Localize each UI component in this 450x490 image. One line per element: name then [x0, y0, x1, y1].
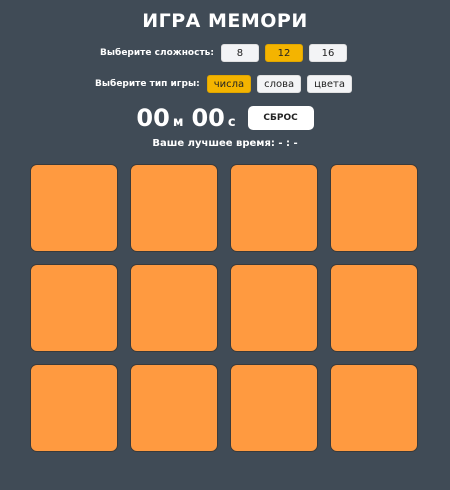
difficulty-row: Выберите сложность: 8 12 16	[0, 44, 450, 62]
page-title: ИГРА МЕМОРИ	[142, 10, 308, 32]
timer-minutes: 00	[136, 104, 170, 132]
memory-card[interactable]	[330, 364, 418, 452]
memory-card[interactable]	[30, 164, 118, 252]
memory-card[interactable]	[130, 364, 218, 452]
game-type-option-colors[interactable]: цвета	[307, 75, 352, 93]
memory-card[interactable]	[130, 264, 218, 352]
best-time: Ваше лучшее время: - : -	[152, 138, 298, 149]
memory-card[interactable]	[230, 364, 318, 452]
reset-button[interactable]: СБРОС	[247, 106, 314, 130]
memory-card[interactable]	[30, 264, 118, 352]
game-type-option-words[interactable]: слова	[257, 75, 302, 93]
game-type-option-numbers[interactable]: числа	[206, 75, 252, 93]
memory-card[interactable]	[330, 164, 418, 252]
difficulty-option-12[interactable]: 12	[264, 44, 303, 62]
game-type-label: Выберите тип игры:	[95, 79, 200, 89]
timer: 00 м 00 с СБРОС	[0, 104, 450, 132]
memory-card[interactable]	[230, 264, 318, 352]
timer-minutes-unit: м	[172, 114, 184, 130]
memory-card[interactable]	[30, 364, 118, 452]
difficulty-option-8[interactable]: 8	[220, 44, 259, 62]
memory-card[interactable]	[230, 164, 318, 252]
memory-card[interactable]	[130, 164, 218, 252]
timer-seconds-unit: с	[227, 114, 236, 130]
game-type-row: Выберите тип игры: числа слова цвета	[0, 75, 450, 93]
memory-card[interactable]	[330, 264, 418, 352]
timer-seconds: 00	[191, 104, 225, 132]
difficulty-option-16[interactable]: 16	[308, 44, 347, 62]
difficulty-label: Выберите сложность:	[100, 48, 214, 58]
game-board	[30, 164, 420, 454]
